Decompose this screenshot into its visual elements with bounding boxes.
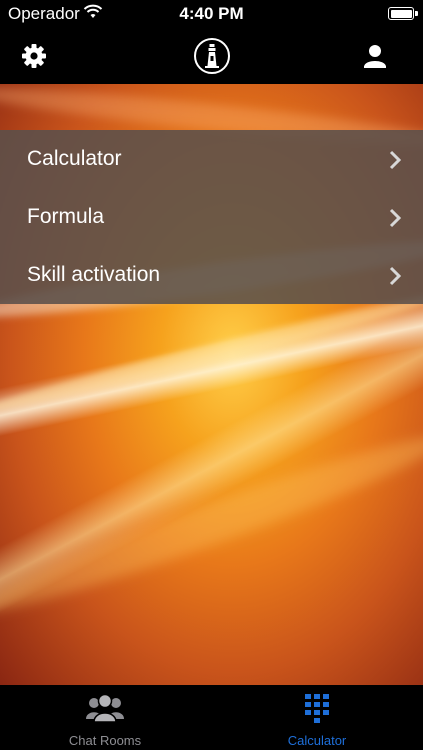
tab-chat-rooms[interactable]: Chat Rooms [35,685,175,750]
menu-item-label: Calculator [27,147,122,170]
chevron-right-icon [389,150,401,170]
chevron-right-icon [389,208,401,228]
status-bar: Operador 4:40 PM [0,0,423,28]
tab-label: Chat Rooms [68,733,142,748]
light-streak [0,419,423,629]
main-menu: Calculator Formula Skill activation [0,130,423,304]
menu-item-label: Skill activation [27,263,161,286]
tab-label: Calculator [287,733,347,748]
battery-icon [388,7,418,20]
profile-button[interactable] [355,28,395,84]
menu-item-label: Formula [27,205,105,228]
menu-item-formula[interactable]: Formula [0,188,423,246]
keypad-icon [305,694,329,723]
home-logo-button[interactable] [190,28,234,84]
chevron-right-icon [389,266,401,286]
people-group-icon [86,693,124,723]
status-time: 4:40 PM [179,4,244,23]
navigation-bar [0,28,423,84]
settings-button[interactable] [14,28,54,84]
tab-bar: Chat Rooms Calculator [0,685,423,750]
profile-icon [364,45,386,68]
tab-calculator[interactable]: Calculator [247,685,387,750]
lighthouse-info-icon [194,38,230,74]
menu-item-calculator[interactable]: Calculator [0,130,423,188]
gear-icon [22,44,46,68]
menu-item-skill-activation[interactable]: Skill activation [0,246,423,304]
